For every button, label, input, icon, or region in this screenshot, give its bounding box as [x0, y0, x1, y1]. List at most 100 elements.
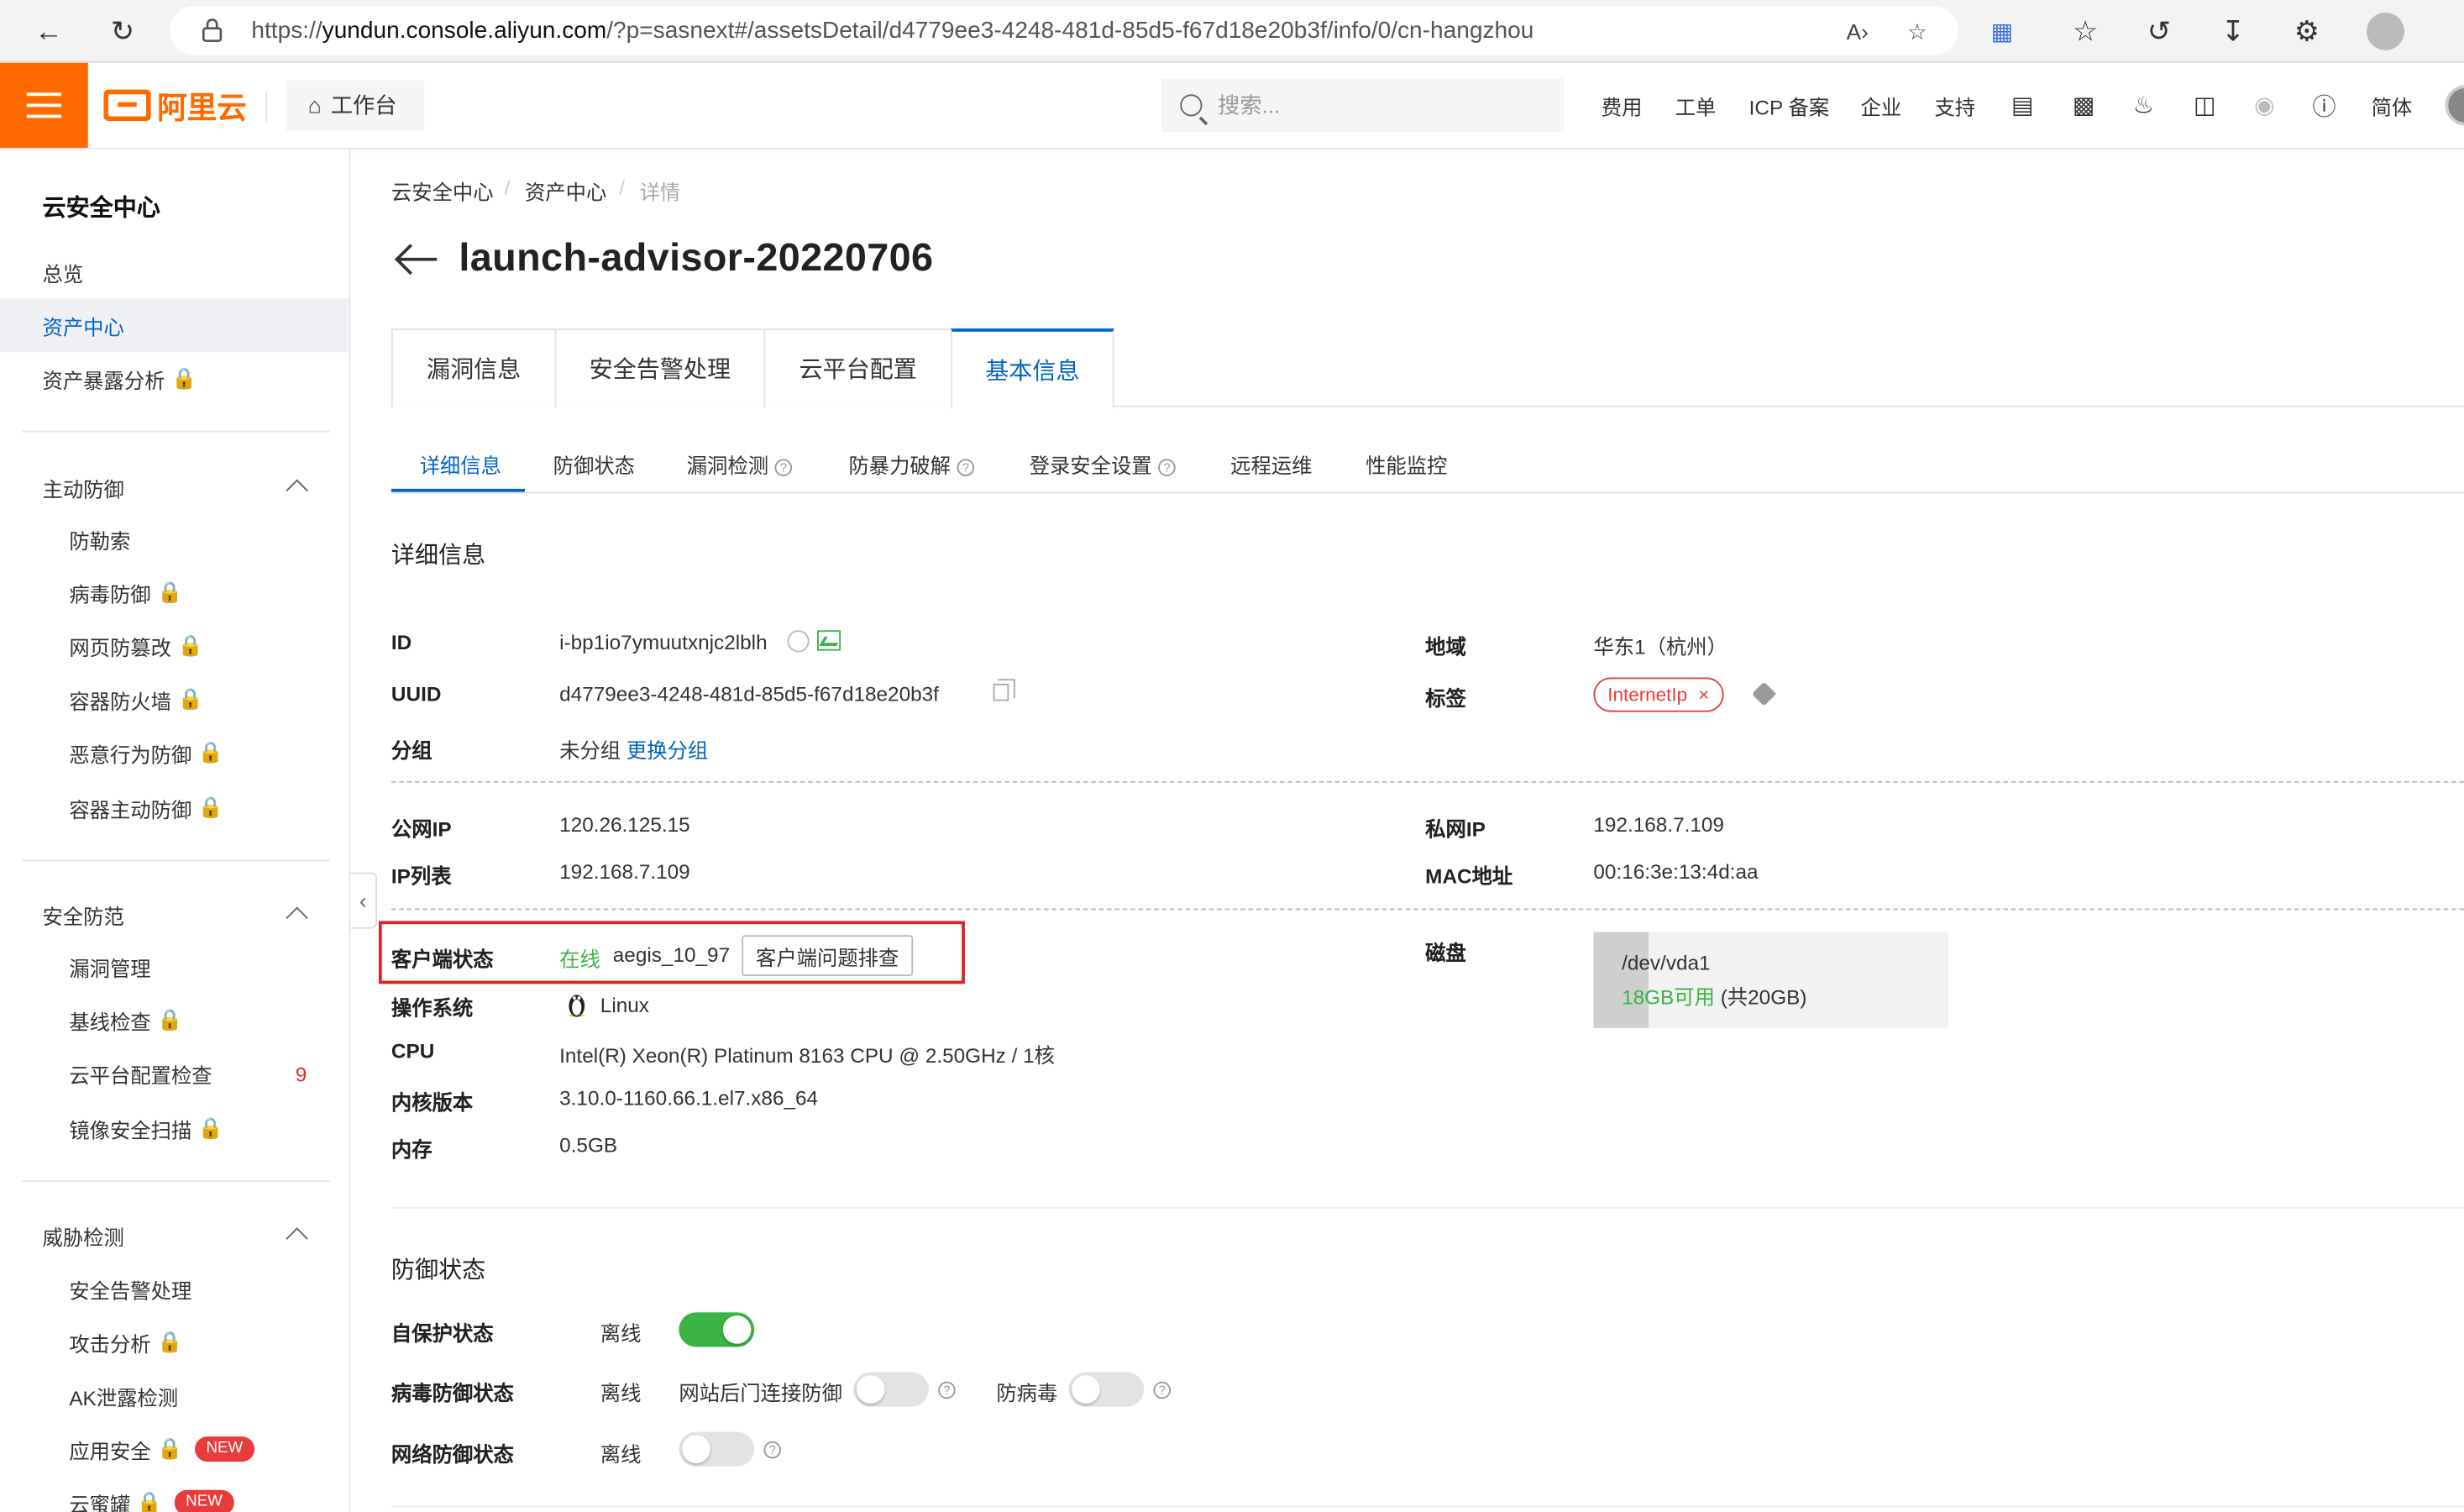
sidebar-item-image-scan[interactable]: 镜像安全扫描 🔒: [0, 1102, 349, 1156]
nav-icp[interactable]: ICP 备案: [1749, 92, 1830, 122]
sidebar-item-app-security[interactable]: 应用安全 🔒 NEW: [0, 1422, 349, 1476]
client-troubleshoot-button[interactable]: 客户端问题排查: [742, 935, 914, 976]
bell-icon[interactable]: ♨: [2128, 90, 2159, 121]
close-icon[interactable]: ×: [1698, 684, 1709, 706]
network-defense-toggle[interactable]: [679, 1431, 755, 1467]
sidebar-group-active-defense[interactable]: 主动防御: [43, 473, 124, 503]
search-icon: [1180, 94, 1203, 117]
history-icon[interactable]: ↺: [2137, 9, 2181, 53]
favorites-icon[interactable]: ☆: [2063, 9, 2107, 53]
backdoor-label: 网站后门连接防御: [679, 1381, 842, 1405]
read-aloud-icon[interactable]: A›: [1842, 16, 1873, 47]
sidebar-item-assets[interactable]: 资产中心: [0, 298, 349, 353]
nav-fees[interactable]: 费用: [1602, 92, 1643, 122]
translate-icon[interactable]: ▦: [1980, 9, 2024, 53]
sidebar-item-honeypot[interactable]: 云蜜罐 🔒 NEW: [0, 1476, 349, 1512]
tab-basic-info[interactable]: 基本信息: [951, 328, 1114, 409]
help-icon[interactable]: ?: [1153, 1381, 1172, 1399]
sidebar-item-cloud-config[interactable]: 云平台配置检查 9: [0, 1047, 349, 1100]
tag-chip[interactable]: InternetIp ×: [1593, 677, 1724, 712]
address-bar[interactable]: https://yundun.console.aliyun.com/?p=sas…: [170, 6, 1958, 55]
nav-enterprise[interactable]: 企业: [1861, 92, 1902, 122]
sidebar-item-attack[interactable]: 攻击分析 🔒: [0, 1315, 349, 1369]
sidebar-item-baseline[interactable]: 基线检查 🔒: [0, 994, 349, 1047]
breadcrumb-assets[interactable]: 资产中心: [525, 176, 606, 207]
divider: [22, 430, 330, 433]
chevron-up-icon[interactable]: [286, 906, 308, 929]
lock-icon: 🔒: [170, 365, 197, 391]
nav-support[interactable]: 支持: [1934, 92, 1975, 122]
aliyun-logo[interactable]: 阿里云: [103, 87, 247, 125]
self-protect-toggle[interactable]: [679, 1312, 755, 1347]
account-avatar[interactable]: [2445, 85, 2464, 126]
subtab-performance[interactable]: 性能监控: [1366, 449, 1447, 480]
status-circle-icon[interactable]: [787, 630, 810, 653]
reload-icon[interactable]: ↻: [101, 9, 144, 53]
search-input[interactable]: [1218, 89, 1533, 122]
divider: [265, 91, 268, 123]
subtab-defense-status[interactable]: 防御状态: [553, 449, 635, 480]
sidebar-item-virus[interactable]: 病毒防御 🔒: [0, 566, 349, 620]
sidebar-item-alerts[interactable]: 安全告警处理: [0, 1262, 349, 1315]
sidebar-item-ak-leak[interactable]: AK泄露检测: [0, 1369, 349, 1423]
copy-icon[interactable]: [993, 679, 1015, 701]
chevron-up-icon[interactable]: [286, 479, 308, 502]
sidebar-item-container-fw[interactable]: 容器防火墙 🔒: [0, 673, 349, 727]
backdoor-toggle[interactable]: [853, 1372, 929, 1407]
back-icon[interactable]: ←: [27, 9, 71, 53]
sidebar-group-prevention[interactable]: 安全防范: [43, 900, 124, 931]
sidebar-item-tamper[interactable]: 网页防篡改 🔒: [0, 619, 349, 673]
language-switch[interactable]: 简体: [2372, 92, 2413, 122]
sidebar-item-overview[interactable]: 总览: [0, 245, 349, 299]
favorite-add-icon[interactable]: ☆: [1901, 16, 1932, 47]
tab-alerts[interactable]: 安全告警处理: [554, 328, 766, 407]
terminal-icon[interactable]: ▩: [2068, 90, 2099, 121]
lock-icon: 🔒: [177, 633, 203, 658]
kernel-value: 3.10.0-1160.66.1.el7.x86_64: [559, 1085, 819, 1110]
sidebar-item-exposure[interactable]: 资产暴露分析 🔒: [0, 352, 349, 406]
breadcrumb-security-center[interactable]: 云安全中心: [391, 176, 494, 207]
lock-icon: 🔒: [157, 1329, 183, 1354]
lock-icon: 🔒: [177, 686, 203, 711]
extensions-icon[interactable]: ⚙: [2285, 9, 2329, 53]
os-label: 操作系统: [391, 996, 474, 1021]
sidebar-collapse-handle[interactable]: ‹: [350, 872, 378, 929]
sidebar-item-malicious[interactable]: 恶意行为防御 🔒: [0, 726, 349, 780]
region-value: 华东1（杭州）: [1593, 634, 1727, 659]
subtab-brute-force[interactable]: 防暴力破解?: [848, 449, 975, 480]
cart-icon[interactable]: ◫: [2189, 90, 2220, 121]
help-icon[interactable]: ?: [763, 1441, 781, 1459]
monitor-chart-icon[interactable]: [817, 630, 841, 651]
chevron-up-icon[interactable]: [286, 1227, 308, 1250]
id-value: i-bp1io7ymuutxnjc2lblh: [559, 630, 768, 654]
self-protect-label: 自保护状态: [391, 1321, 494, 1346]
tab-cloud-config[interactable]: 云平台配置: [763, 328, 952, 407]
antivirus-toggle[interactable]: [1068, 1372, 1145, 1407]
sidebar-item-container-defense[interactable]: 容器主动防御 🔒: [0, 781, 349, 835]
section-title-defense: 防御状态: [391, 1257, 486, 1284]
sidebar-item-vuln-mgmt[interactable]: 漏洞管理: [0, 940, 349, 994]
download-icon[interactable]: ↧: [2211, 9, 2255, 53]
nav-tickets[interactable]: 工单: [1675, 92, 1717, 122]
tab-vulnerabilities[interactable]: 漏洞信息: [391, 328, 557, 407]
subtab-remote-ops[interactable]: 远程运维: [1230, 449, 1312, 480]
lightbulb-icon[interactable]: ◉: [2249, 90, 2280, 121]
subtab-details[interactable]: 详细信息: [420, 449, 501, 480]
divider: [391, 1505, 2464, 1508]
subtab-vuln-detect[interactable]: 漏洞检测?: [687, 449, 793, 480]
search-box[interactable]: [1161, 78, 1564, 133]
workbench-button[interactable]: ⌂ 工作台: [286, 80, 425, 131]
help-icon[interactable]: ⓘ: [2309, 90, 2340, 121]
profile-avatar[interactable]: [2367, 12, 2404, 50]
subtab-login-security[interactable]: 登录安全设置?: [1030, 449, 1176, 480]
divider: [22, 859, 330, 862]
help-icon[interactable]: ?: [938, 1381, 956, 1399]
api-icon[interactable]: ▤: [2007, 90, 2038, 121]
memory-value: 0.5GB: [559, 1133, 618, 1158]
back-arrow-icon[interactable]: [393, 242, 440, 276]
sidebar-group-threat[interactable]: 威胁检测: [43, 1221, 124, 1252]
tag-icon[interactable]: [1751, 681, 1776, 706]
menu-icon[interactable]: [0, 62, 88, 148]
change-group-link[interactable]: 更换分组: [626, 738, 708, 762]
sidebar-item-ransomware[interactable]: 防勒索: [0, 512, 349, 566]
